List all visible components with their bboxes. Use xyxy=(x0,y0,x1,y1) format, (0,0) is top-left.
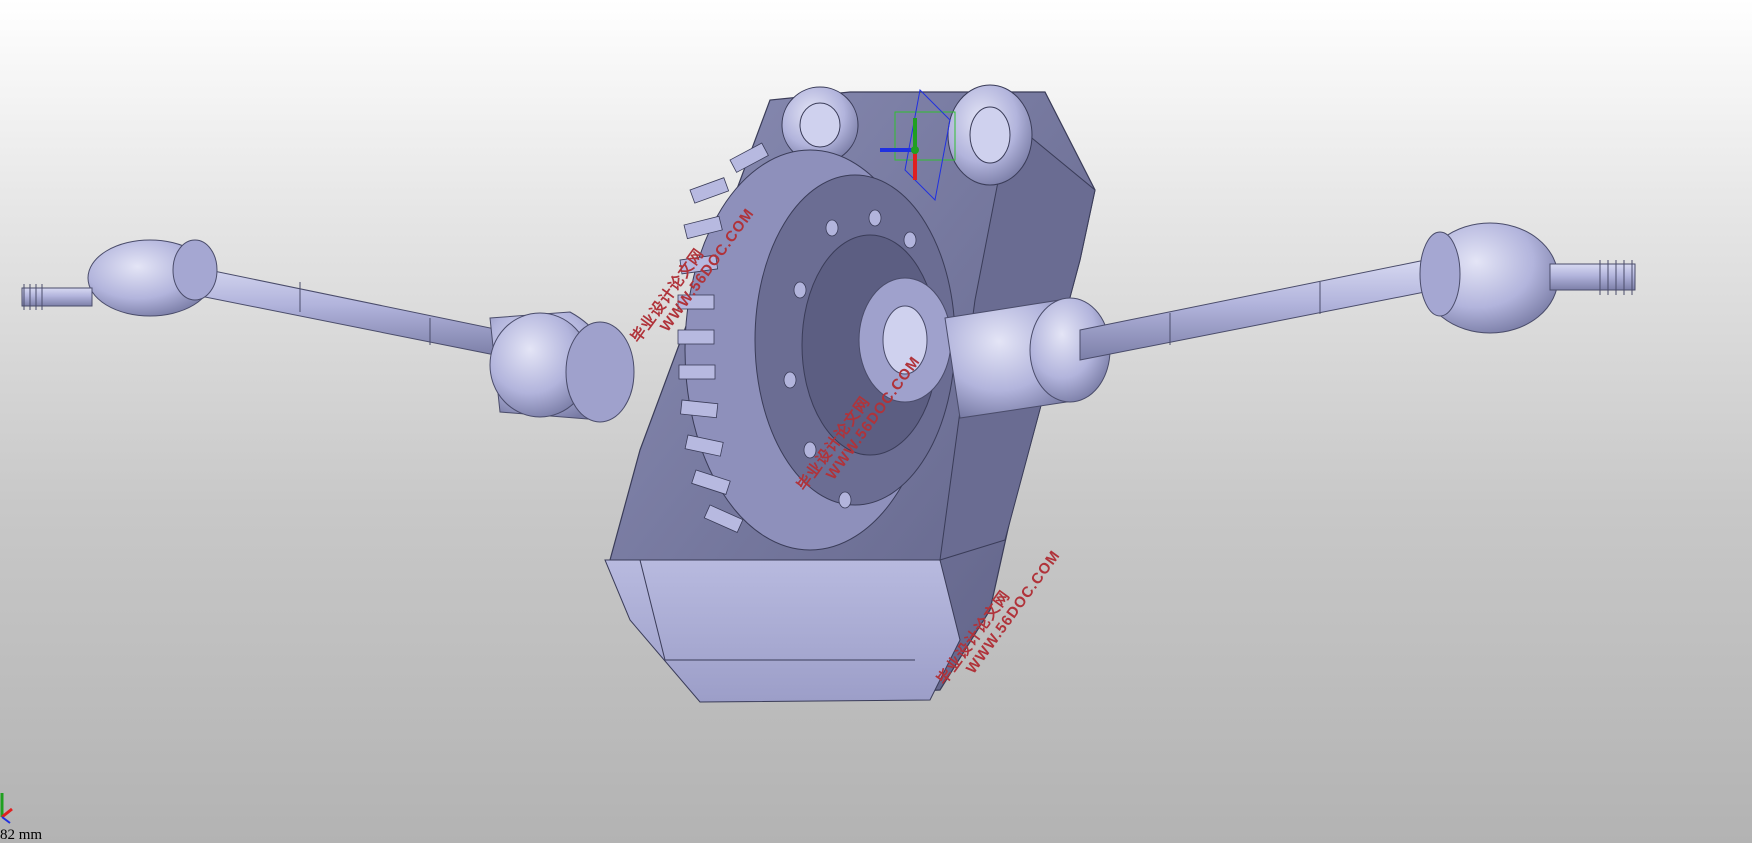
cad-3d-viewport[interactable]: 毕业设计论文网 WWW.56DOC.COM 毕业设计论文网 WWW.56DOC.… xyxy=(0,0,1752,843)
view-orientation-triad[interactable] xyxy=(0,775,16,827)
scale-readout: 82 mm xyxy=(0,827,43,843)
left-half-shaft xyxy=(21,239,635,423)
